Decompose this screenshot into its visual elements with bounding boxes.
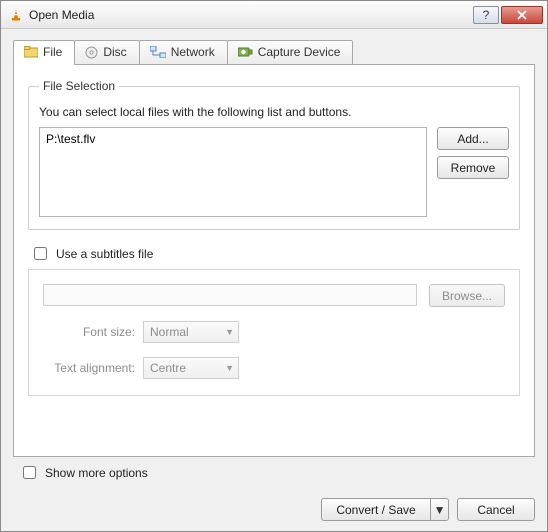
file-selection-legend: File Selection xyxy=(39,79,119,93)
tab-strip: File Disc Network Capture Device xyxy=(13,39,535,64)
file-list[interactable]: P:\test.flv xyxy=(39,127,427,217)
tab-file[interactable]: File xyxy=(13,40,75,65)
close-icon xyxy=(516,10,528,20)
use-subtitles-row[interactable]: Use a subtitles file xyxy=(30,244,520,263)
remove-button[interactable]: Remove xyxy=(437,156,509,179)
help-icon: ? xyxy=(483,8,490,22)
capture-icon xyxy=(238,46,253,58)
file-selection-group: File Selection You can select local file… xyxy=(28,79,520,230)
subtitles-group: Browse... Font size: Normal ▼ Text align… xyxy=(28,269,520,396)
use-subtitles-label: Use a subtitles file xyxy=(56,247,153,261)
add-button[interactable]: Add... xyxy=(437,127,509,150)
cancel-button[interactable]: Cancel xyxy=(457,498,535,521)
use-subtitles-checkbox[interactable] xyxy=(34,247,47,260)
chevron-down-icon: ▼ xyxy=(225,327,234,337)
tab-network[interactable]: Network xyxy=(139,40,228,64)
app-icon xyxy=(9,8,23,22)
alignment-label: Text alignment: xyxy=(43,361,135,375)
file-icon xyxy=(24,46,38,58)
show-more-options-checkbox[interactable] xyxy=(23,466,36,479)
tab-file-panel: File Selection You can select local file… xyxy=(13,64,535,457)
tab-file-label: File xyxy=(43,45,62,59)
convert-save-dropdown[interactable]: ▼ xyxy=(431,498,449,521)
dialog-footer: Convert / Save ▼ Cancel xyxy=(1,498,547,531)
browse-button: Browse... xyxy=(429,284,505,307)
network-icon xyxy=(150,46,166,58)
show-more-options-label: Show more options xyxy=(45,466,148,480)
open-media-dialog: Open Media ? File Disc Network xyxy=(0,0,548,532)
tab-capture-label: Capture Device xyxy=(258,45,341,59)
alignment-combo: Centre ▼ xyxy=(143,357,239,379)
file-list-item[interactable]: P:\test.flv xyxy=(46,132,420,146)
close-button[interactable] xyxy=(501,6,543,24)
font-size-label: Font size: xyxy=(43,325,135,339)
titlebar[interactable]: Open Media ? xyxy=(1,1,547,29)
tab-network-label: Network xyxy=(171,45,215,59)
help-button[interactable]: ? xyxy=(473,6,499,24)
file-selection-hint: You can select local files with the foll… xyxy=(39,105,509,119)
convert-save-button[interactable]: Convert / Save xyxy=(321,498,431,521)
subtitle-path-input xyxy=(43,284,417,306)
window-title: Open Media xyxy=(29,8,94,22)
font-size-value: Normal xyxy=(150,325,189,339)
tab-capture[interactable]: Capture Device xyxy=(227,40,354,64)
disc-icon xyxy=(85,46,98,59)
show-more-options-row[interactable]: Show more options xyxy=(19,463,535,482)
tab-disc-label: Disc xyxy=(103,45,126,59)
chevron-down-icon: ▼ xyxy=(434,503,446,517)
font-size-combo: Normal ▼ xyxy=(143,321,239,343)
alignment-value: Centre xyxy=(150,361,186,375)
chevron-down-icon: ▼ xyxy=(225,363,234,373)
tab-disc[interactable]: Disc xyxy=(74,40,139,64)
